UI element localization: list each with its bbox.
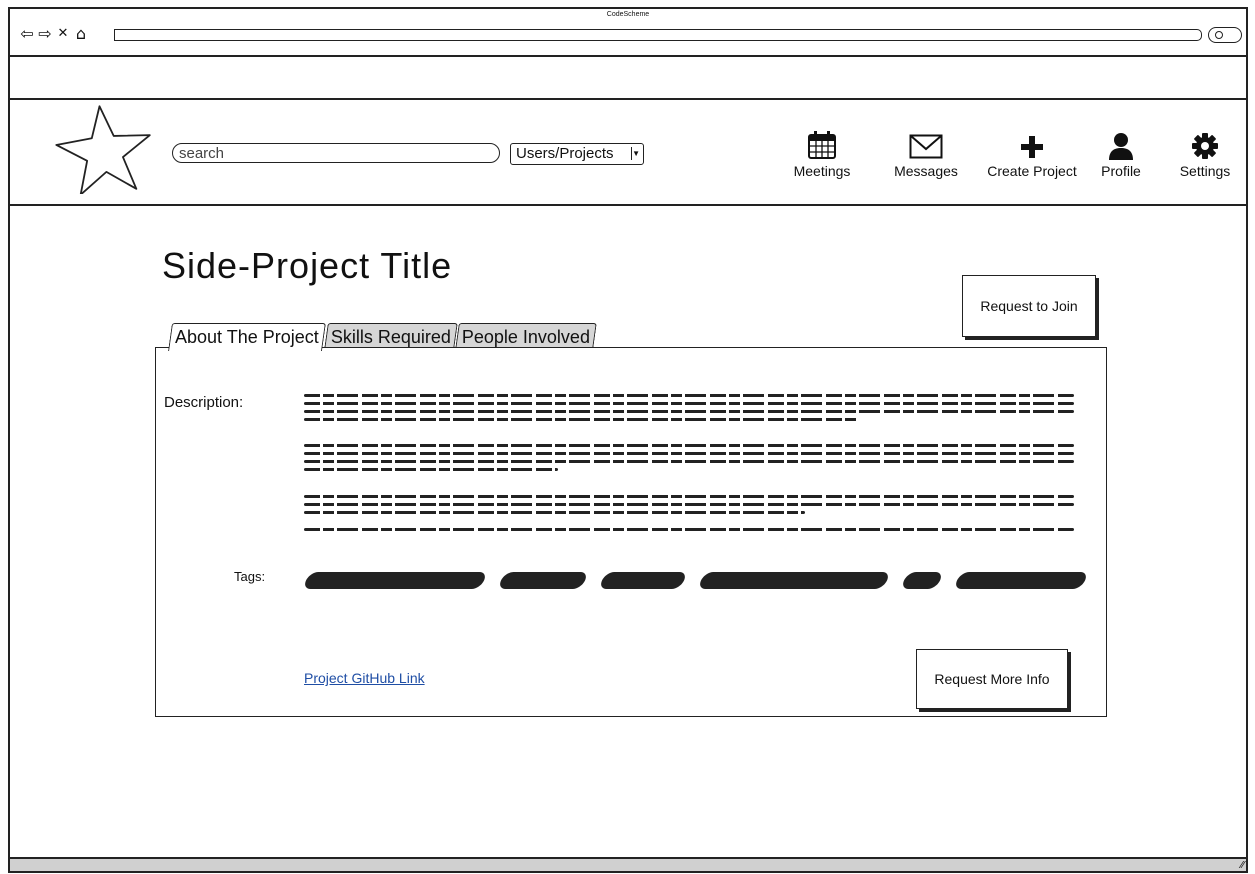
- nav-settings[interactable]: Settings: [1170, 126, 1240, 179]
- description-paragraph: [304, 394, 1074, 426]
- browser-search-button[interactable]: [1208, 27, 1242, 43]
- project-tabs: About The Project Skills Required People…: [168, 323, 597, 351]
- tag-pill[interactable]: [302, 572, 488, 589]
- github-link[interactable]: Project GitHub Link: [304, 670, 425, 686]
- browser-nav-buttons: ⇦ ⇨ ✕ ⌂: [20, 26, 88, 42]
- tab-people-involved[interactable]: People Involved: [455, 323, 597, 349]
- tab-skills-required[interactable]: Skills Required: [323, 323, 458, 349]
- description-paragraph: [304, 528, 1074, 536]
- nav-messages-label: Messages: [894, 163, 958, 179]
- user-icon: [1109, 133, 1133, 160]
- search-type-select[interactable]: Users/Projects ▼: [510, 143, 644, 165]
- nav-profile[interactable]: Profile: [1094, 126, 1148, 179]
- tag-pill[interactable]: [697, 572, 892, 589]
- nav-profile-label: Profile: [1101, 163, 1141, 179]
- request-to-join-button[interactable]: Request to Join: [962, 275, 1096, 337]
- home-icon[interactable]: ⌂: [74, 26, 88, 42]
- address-bar[interactable]: [114, 29, 1202, 41]
- nav-create-project[interactable]: Create Project: [976, 126, 1088, 179]
- star-logo-icon[interactable]: [54, 104, 154, 198]
- browser-toolbar: CodeScheme ⇦ ⇨ ✕ ⌂: [10, 9, 1246, 57]
- back-arrow-icon[interactable]: ⇦: [20, 26, 34, 42]
- description-paragraph: [304, 495, 1074, 519]
- plus-icon: [1021, 136, 1043, 158]
- browser-window: CodeScheme ⇦ ⇨ ✕ ⌂ Users/Projects ▼: [8, 7, 1248, 873]
- forward-arrow-icon[interactable]: ⇨: [38, 26, 52, 42]
- header-divider-top: [10, 98, 1246, 100]
- page-title: Side-Project Title: [162, 245, 453, 286]
- gear-icon: [1192, 133, 1218, 159]
- search-input[interactable]: [172, 143, 500, 163]
- nav-meetings-label: Meetings: [793, 163, 851, 179]
- window-title: CodeScheme: [606, 11, 650, 18]
- tab-about-the-project[interactable]: About The Project: [168, 323, 326, 351]
- resize-grip-icon[interactable]: ⁄⁄: [1241, 860, 1244, 871]
- envelope-icon: [909, 134, 943, 159]
- stop-icon[interactable]: ✕: [56, 26, 70, 42]
- tag-pill[interactable]: [497, 572, 590, 589]
- description-label: Description:: [164, 394, 244, 411]
- calendar-icon: [808, 131, 836, 159]
- header-divider-bottom: [10, 204, 1246, 206]
- tag-pill[interactable]: [953, 572, 1090, 589]
- chevron-down-icon: ▼: [631, 147, 640, 160]
- tags-label: Tags:: [234, 569, 266, 584]
- nav-create-project-label: Create Project: [987, 163, 1077, 179]
- description-paragraph: [304, 444, 1074, 476]
- tag-pill[interactable]: [900, 572, 945, 589]
- nav-meetings[interactable]: Meetings: [790, 126, 854, 179]
- status-bar: ⁄⁄: [10, 857, 1246, 871]
- tab-label: About The Project: [175, 327, 319, 347]
- nav-settings-label: Settings: [1179, 163, 1231, 179]
- tab-content-panel: Description: Tags: Project GitHub Link R…: [155, 347, 1107, 717]
- nav-messages[interactable]: Messages: [884, 126, 968, 179]
- tag-pill[interactable]: [598, 572, 689, 589]
- request-more-info-button[interactable]: Request More Info: [916, 649, 1068, 709]
- search-type-value: Users/Projects: [516, 145, 614, 162]
- tags-list: [302, 570, 1097, 589]
